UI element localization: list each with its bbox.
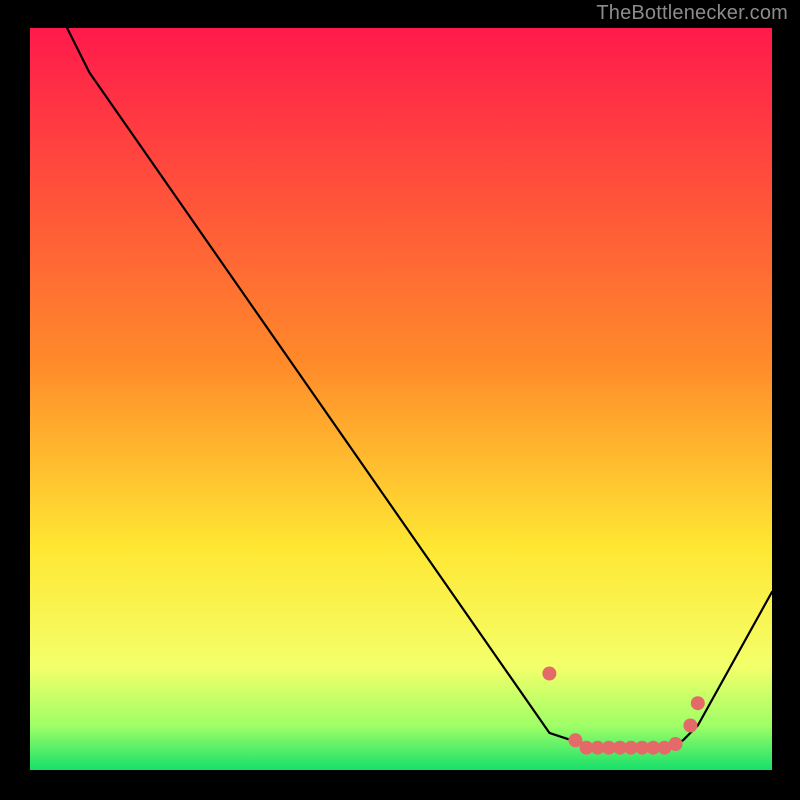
curve-marker	[669, 737, 683, 751]
plot-background	[30, 28, 772, 770]
curve-marker	[542, 667, 556, 681]
attribution-text: TheBottlenecker.com	[596, 2, 788, 25]
chart-container: TheBottlenecker.com	[0, 0, 800, 800]
bottleneck-chart	[0, 0, 800, 800]
curve-marker	[683, 719, 697, 733]
curve-marker	[691, 696, 705, 710]
